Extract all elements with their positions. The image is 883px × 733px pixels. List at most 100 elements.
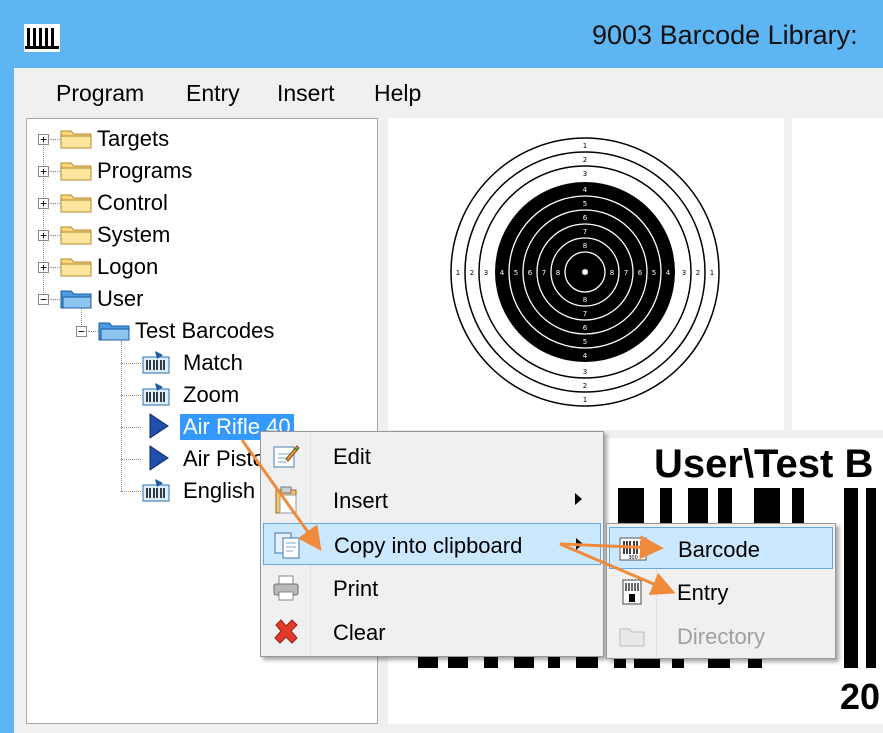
ring-number: 8	[610, 269, 614, 277]
expand-icon[interactable]: +	[38, 230, 49, 241]
ring-number: 2	[470, 269, 474, 277]
ring-number: 5	[583, 338, 587, 346]
barcode-heading: User\Test B	[654, 442, 874, 486]
ring-number: 7	[583, 310, 587, 318]
ring-number: 1	[583, 142, 587, 150]
play-marker-icon	[149, 413, 169, 439]
folder-icon	[60, 258, 92, 277]
menu-item-copy-into-clipboard[interactable]: Copy into clipboard	[263, 523, 601, 565]
window-title: 9003 Barcode Library:	[592, 20, 858, 50]
tree-node-targets[interactable]: + Targets	[27, 123, 367, 153]
ring-number: 8	[583, 296, 587, 304]
ring-number: 7	[542, 269, 546, 277]
tree-label: Test Barcodes	[135, 318, 275, 343]
ring-number: 7	[624, 269, 628, 277]
entry-icon	[622, 579, 642, 605]
barcode-footer: 20	[840, 676, 881, 717]
folder-icon	[60, 162, 92, 181]
svg-text:300: 300	[628, 555, 638, 561]
ring-number: 5	[514, 269, 518, 277]
ring-number: 6	[528, 269, 533, 277]
tree-node-logon[interactable]: + Logon	[27, 251, 367, 281]
tree-label: Match	[183, 350, 243, 375]
ring-number: 6	[583, 324, 588, 332]
menu-bar: Program Entry Insert Help	[14, 72, 883, 116]
tree-label: Control	[97, 190, 168, 215]
collapse-icon[interactable]: −	[76, 326, 87, 337]
menu-item-edit[interactable]: Edit	[263, 435, 601, 477]
ring-number: 3	[682, 269, 686, 277]
ring-number: 4	[583, 186, 588, 194]
tree-label: User	[97, 286, 144, 311]
ring-number: 3	[484, 269, 488, 277]
copy-submenu: 300 Barcode Entry Directory	[606, 523, 836, 659]
expand-icon[interactable]: +	[38, 134, 49, 145]
tree-node-user[interactable]: − User	[27, 283, 367, 313]
menu-item-insert[interactable]: Insert	[263, 479, 601, 521]
submenu-item-entry[interactable]: Entry	[609, 571, 833, 613]
ring-number: 7	[583, 228, 587, 236]
submenu-arrow-icon	[576, 538, 583, 550]
tree-leaf-match[interactable]: Match	[27, 347, 367, 377]
open-folder-icon	[60, 290, 92, 309]
ring-number: 4	[666, 269, 671, 277]
edit-icon	[273, 445, 300, 468]
ring-number: 3	[583, 368, 587, 376]
menu-item-print[interactable]: Print	[263, 567, 601, 609]
ring-number: 2	[696, 269, 700, 277]
copy-icon	[274, 532, 300, 559]
tree-node-programs[interactable]: + Programs	[27, 155, 367, 185]
expand-icon[interactable]: +	[38, 198, 49, 209]
submenu-item-directory[interactable]: Directory	[609, 615, 833, 657]
barcode-app-icon	[24, 24, 60, 52]
tree-node-control[interactable]: + Control	[27, 187, 367, 217]
menu-entry[interactable]: Entry	[186, 80, 240, 107]
tree-node-system[interactable]: + System	[27, 219, 367, 249]
clipboard-icon	[275, 486, 297, 514]
submenu-item-barcode[interactable]: 300 Barcode	[609, 527, 833, 569]
submenu-arrow-icon	[575, 493, 582, 505]
ring-number: 5	[652, 269, 656, 277]
tree-label: Logon	[97, 254, 159, 279]
open-folder-icon	[98, 322, 130, 341]
menu-program[interactable]: Program	[56, 80, 144, 107]
ring-number: 6	[638, 269, 643, 277]
printer-icon	[273, 575, 299, 601]
ring-number: 6	[583, 214, 588, 222]
barcode-doc-icon	[142, 383, 170, 406]
folder-icon	[60, 194, 92, 213]
tree-label: Air Pisto	[183, 446, 265, 471]
barcode-doc-icon	[142, 351, 170, 374]
ring-number: 1	[583, 396, 587, 404]
tree-label: Zoom	[183, 382, 240, 407]
title-bar[interactable]: 9003 Barcode Library:	[0, 0, 883, 68]
folder-icon	[619, 628, 645, 647]
expand-icon[interactable]: +	[38, 166, 49, 177]
target-preview: 1 2 3 4 5 6 7 8 8 7 6 5 4 3 2 1 1 2 3 4	[388, 118, 784, 430]
barcode-icon: 300	[619, 537, 647, 561]
tree-leaf-zoom[interactable]: Zoom	[27, 379, 367, 409]
ring-number: 4	[583, 352, 588, 360]
menu-help[interactable]: Help	[374, 80, 421, 107]
tree-label: Targets	[97, 126, 170, 151]
tree-label: English	[183, 478, 256, 503]
ring-number: 1	[456, 269, 460, 277]
red-x-icon	[274, 619, 298, 644]
ring-number: 1	[710, 269, 714, 277]
expand-icon[interactable]: +	[38, 262, 49, 273]
shooting-target-image: 1 2 3 4 5 6 7 8 8 7 6 5 4 3 2 1 1 2 3 4	[450, 137, 720, 407]
play-marker-icon	[149, 445, 169, 471]
menu-insert[interactable]: Insert	[277, 80, 335, 107]
ring-number: 8	[556, 269, 560, 277]
ring-number: 3	[583, 170, 587, 178]
menu-item-clear[interactable]: Clear	[263, 611, 601, 653]
barcode-doc-icon	[142, 479, 170, 502]
tree-label: System	[97, 222, 171, 247]
collapse-icon[interactable]: −	[38, 294, 49, 305]
ring-number: 5	[583, 200, 587, 208]
tree-node-test-barcodes[interactable]: − Test Barcodes	[27, 315, 367, 345]
ring-number: 2	[583, 382, 587, 390]
ring-number: 8	[583, 242, 587, 250]
context-menu: Edit Insert Copy into clipboard Print Cl…	[260, 431, 604, 657]
folder-icon	[60, 130, 92, 149]
